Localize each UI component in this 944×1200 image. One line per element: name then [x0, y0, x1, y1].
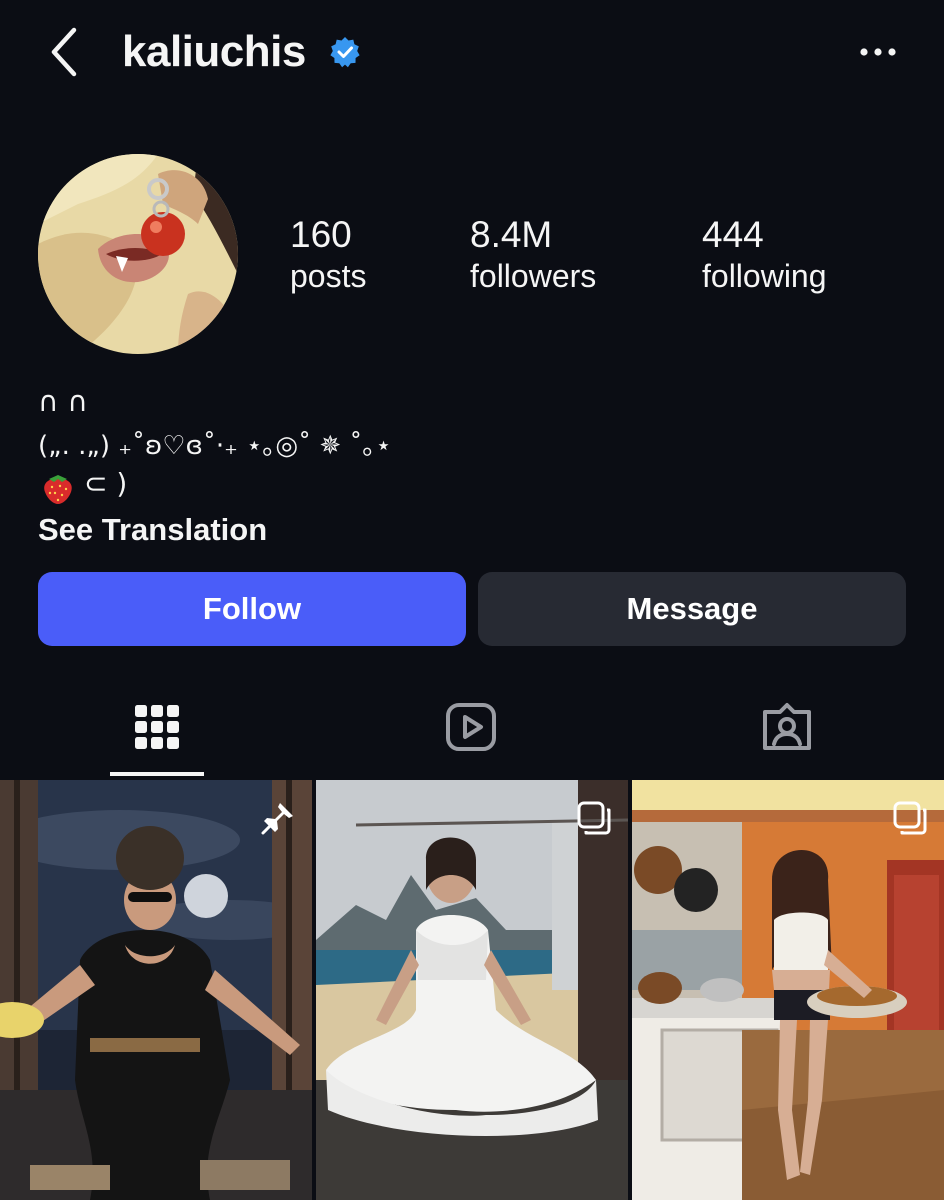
stat-following-label: following: [702, 258, 827, 294]
verified-badge-icon: [330, 37, 360, 68]
bio-line-2: („. .„) ₊˚ʚ♡ɞ˚⋅₊ ⋆｡◎˚ ✵ ˚｡⋆: [38, 431, 392, 461]
stat-followers-label: followers: [470, 258, 597, 294]
tab-posts[interactable]: [122, 688, 192, 766]
profile-username: kaliuchis: [122, 27, 306, 76]
more-options-icon[interactable]: [855, 40, 901, 64]
bio-line-3: ⊂ ): [84, 467, 128, 500]
stat-following-count: 444: [702, 214, 764, 255]
post-image-3: [632, 780, 944, 1200]
message-button[interactable]: Message: [478, 572, 906, 646]
tab-tagged[interactable]: [752, 688, 822, 766]
post-image-1: [0, 780, 312, 1200]
stat-posts-label: posts: [290, 258, 367, 294]
strawberry-icon: [44, 475, 72, 504]
carousel-icon: [577, 801, 611, 835]
tagged-icon: [763, 703, 811, 750]
post-image-2: [316, 780, 628, 1200]
active-tab-indicator: [110, 772, 204, 776]
carousel-icon: [893, 801, 927, 835]
profile-avatar[interactable]: [38, 154, 238, 354]
follow-button[interactable]: Follow: [38, 572, 466, 646]
reels-icon: [446, 703, 496, 751]
post-tile-3[interactable]: [632, 780, 944, 1200]
stat-followers[interactable]: 8.4M followers: [470, 214, 596, 296]
stat-posts-count: 160: [290, 214, 352, 255]
bio-line-1: ∩ ∩: [38, 385, 88, 418]
tab-reels[interactable]: [436, 688, 506, 766]
grid-icon: [135, 705, 179, 749]
post-tile-1[interactable]: [0, 780, 312, 1200]
stat-posts[interactable]: 160 posts: [290, 214, 366, 296]
pin-icon: [261, 803, 293, 835]
stat-followers-count: 8.4M: [470, 214, 553, 255]
post-tile-2[interactable]: [316, 780, 628, 1200]
see-translation-link[interactable]: See Translation: [38, 510, 267, 550]
stat-following[interactable]: 444 following: [702, 214, 827, 296]
back-icon[interactable]: [40, 22, 90, 82]
